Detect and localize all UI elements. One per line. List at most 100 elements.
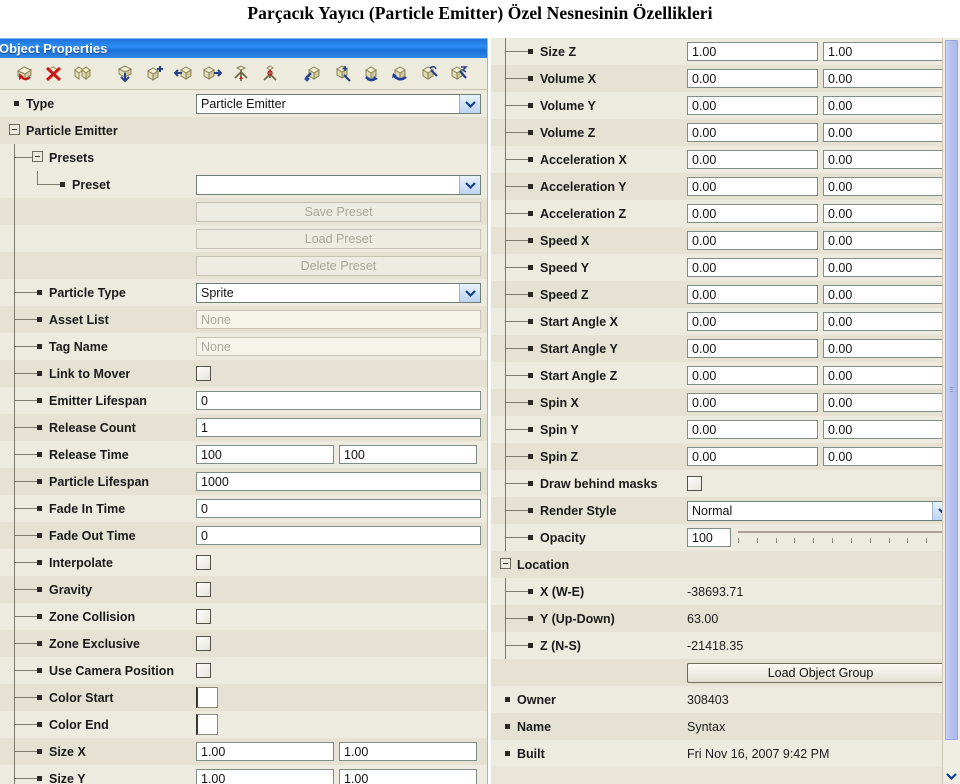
object-toolbar[interactable] bbox=[0, 58, 487, 90]
chevron-down-icon[interactable] bbox=[459, 283, 480, 302]
recolor-object-icon[interactable] bbox=[387, 61, 414, 86]
speed-y-input-min[interactable]: 0.00 bbox=[687, 258, 818, 277]
spin-y-input-min[interactable]: 0.00 bbox=[687, 420, 818, 439]
scroll-down-button[interactable] bbox=[943, 768, 960, 784]
chevron-down-icon[interactable] bbox=[464, 289, 476, 297]
spin-y-input-max[interactable]: 0.00 bbox=[823, 420, 954, 439]
start-angle-x-input-max[interactable]: 0.00 bbox=[823, 312, 954, 331]
volume-z-input-min[interactable]: 0.00 bbox=[687, 123, 818, 142]
link-object-icon[interactable] bbox=[228, 61, 255, 86]
particle-lifespan-input[interactable]: 1000 bbox=[196, 472, 481, 491]
speed-x-input-min[interactable]: 0.00 bbox=[687, 231, 818, 250]
label-zone-collision: Zone Collision bbox=[49, 609, 136, 624]
opacity-input[interactable]: 100 bbox=[687, 528, 731, 547]
row-start-angle-y: Start Angle Y 0.00 0.00 bbox=[491, 335, 960, 362]
color-start-color-swatch[interactable] bbox=[196, 687, 218, 708]
delete-preset-button[interactable]: Delete Preset bbox=[196, 255, 481, 276]
chevron-down-icon[interactable] bbox=[459, 94, 480, 113]
save-preset-button[interactable]: Save Preset bbox=[196, 201, 481, 222]
spin-z-input-max[interactable]: 0.00 bbox=[823, 447, 954, 466]
draw-behind-masks-checkbox[interactable] bbox=[687, 476, 702, 491]
color-end-color-swatch[interactable] bbox=[196, 714, 218, 735]
anchor-object-icon[interactable] bbox=[257, 61, 284, 86]
collapse-minus-icon[interactable] bbox=[500, 558, 511, 569]
build-add-icon[interactable] bbox=[329, 61, 356, 86]
speed-z-input-max[interactable]: 0.00 bbox=[823, 285, 954, 304]
gravity-checkbox[interactable] bbox=[196, 582, 211, 597]
add-object-icon[interactable] bbox=[141, 61, 168, 86]
delete-object-icon[interactable] bbox=[40, 61, 67, 86]
volume-y-input-max[interactable]: 0.00 bbox=[823, 96, 954, 115]
chevron-down-icon[interactable] bbox=[459, 175, 480, 194]
spin-z-input-min[interactable]: 0.00 bbox=[687, 447, 818, 466]
start-angle-y-input-max[interactable]: 0.00 bbox=[823, 339, 954, 358]
type-combo[interactable]: Particle Emitter bbox=[196, 93, 481, 114]
acceleration-y-input-min[interactable]: 0.00 bbox=[687, 177, 818, 196]
zone-collision-checkbox[interactable] bbox=[196, 609, 211, 624]
acceleration-z-input-max[interactable]: 0.00 bbox=[823, 204, 954, 223]
release-time-input-min[interactable]: 100 bbox=[196, 445, 334, 464]
interpolate-checkbox[interactable] bbox=[196, 555, 211, 570]
start-angle-x-input-min[interactable]: 0.00 bbox=[687, 312, 818, 331]
start-angle-y-input-min[interactable]: 0.00 bbox=[687, 339, 818, 358]
collapse-minus-icon[interactable] bbox=[9, 124, 20, 135]
tool-remove-icon[interactable] bbox=[445, 61, 472, 86]
preset-combo[interactable] bbox=[196, 174, 481, 195]
size-y-input-min[interactable]: 1.00 bbox=[196, 769, 334, 784]
volume-x-input-min[interactable]: 0.00 bbox=[687, 69, 818, 88]
move-object-left-icon[interactable] bbox=[170, 61, 197, 86]
render-style-combo-value: Normal bbox=[692, 503, 733, 518]
drop-object-icon[interactable] bbox=[112, 61, 139, 86]
speed-y-input-max[interactable]: 0.00 bbox=[823, 258, 954, 277]
acceleration-y-input-max[interactable]: 0.00 bbox=[823, 177, 954, 196]
particle-type-combo[interactable]: Sprite bbox=[196, 282, 481, 303]
spin-x-input-max[interactable]: 0.00 bbox=[823, 393, 954, 412]
tool-object-icon[interactable] bbox=[416, 61, 443, 86]
volume-x-input-max[interactable]: 0.00 bbox=[823, 69, 954, 88]
size-x-input-min[interactable]: 1.00 bbox=[196, 742, 334, 761]
move-object-right-icon[interactable] bbox=[199, 61, 226, 86]
release-time-input-max[interactable]: 100 bbox=[339, 445, 477, 464]
label-owner: Owner bbox=[517, 692, 556, 707]
load-preset-button[interactable]: Load Preset bbox=[196, 228, 481, 249]
start-angle-z-input-max[interactable]: 0.00 bbox=[823, 366, 954, 385]
use-camera-position-checkbox[interactable] bbox=[196, 663, 211, 678]
emitter-lifespan-input[interactable]: 0 bbox=[196, 391, 481, 410]
chevron-down-icon[interactable] bbox=[464, 181, 476, 189]
link-to-mover-checkbox[interactable] bbox=[196, 366, 211, 381]
acceleration-x-input-max[interactable]: 0.00 bbox=[823, 150, 954, 169]
label-y-up-down: Y (Up-Down) bbox=[540, 611, 615, 626]
opacity-slider[interactable] bbox=[736, 527, 954, 549]
size-z-input-min[interactable]: 1.00 bbox=[687, 42, 818, 61]
volume-y-input-min[interactable]: 0.00 bbox=[687, 96, 818, 115]
vertical-scrollbar[interactable] bbox=[942, 38, 960, 784]
label-use-camera-position: Use Camera Position bbox=[49, 663, 175, 678]
acceleration-z-input-min[interactable]: 0.00 bbox=[687, 204, 818, 223]
acceleration-x-input-min[interactable]: 0.00 bbox=[687, 150, 818, 169]
load-object-group-button[interactable]: Load Object Group bbox=[687, 662, 954, 683]
size-y-input-max[interactable]: 1.00 bbox=[339, 769, 477, 784]
render-style-combo[interactable]: Normal bbox=[687, 500, 954, 521]
zone-exclusive-checkbox[interactable] bbox=[196, 636, 211, 651]
start-angle-z-input-min[interactable]: 0.00 bbox=[687, 366, 818, 385]
build-object-icon[interactable] bbox=[300, 61, 327, 86]
collapse-minus-icon[interactable] bbox=[32, 151, 43, 162]
volume-z-input-max[interactable]: 0.00 bbox=[823, 123, 954, 142]
row-group-presets[interactable]: Presets bbox=[0, 144, 487, 171]
scrollbar-thumb[interactable] bbox=[945, 40, 958, 740]
fade-out-time-input[interactable]: 0 bbox=[196, 526, 481, 545]
release-count-input[interactable]: 1 bbox=[196, 418, 481, 437]
row-group-location[interactable]: Location bbox=[491, 551, 960, 578]
fade-in-time-input[interactable]: 0 bbox=[196, 499, 481, 518]
tag-name-input[interactable]: None bbox=[196, 337, 481, 356]
size-x-input-max[interactable]: 1.00 bbox=[339, 742, 477, 761]
spin-x-input-min[interactable]: 0.00 bbox=[687, 393, 818, 412]
size-z-input-max[interactable]: 1.00 bbox=[823, 42, 954, 61]
row-group-particle-emitter[interactable]: Particle Emitter bbox=[0, 117, 487, 144]
undo-object-icon[interactable] bbox=[11, 61, 38, 86]
duplicate-object-icon[interactable] bbox=[69, 61, 96, 86]
asset-list-input[interactable]: None bbox=[196, 310, 481, 329]
speed-z-input-min[interactable]: 0.00 bbox=[687, 285, 818, 304]
speed-x-input-max[interactable]: 0.00 bbox=[823, 231, 954, 250]
paint-object-icon[interactable] bbox=[358, 61, 385, 86]
